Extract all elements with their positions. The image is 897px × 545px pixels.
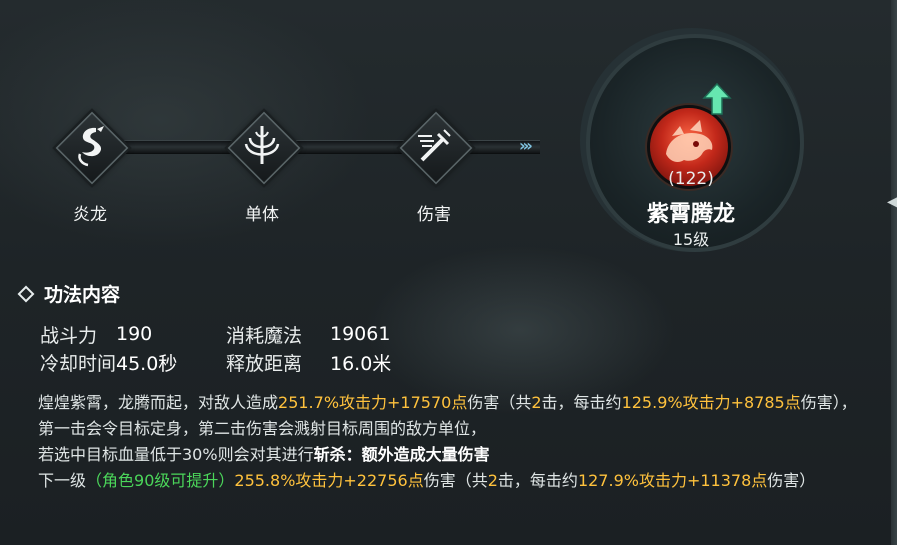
chain-node-single[interactable] [227, 111, 301, 185]
chain-arrows-icon: ››› [519, 136, 533, 155]
range-value: 16.0米 [330, 352, 392, 375]
chain-node-label-dragon: 炎龙 [73, 205, 107, 225]
desc-text: 击，每击约 [497, 471, 578, 490]
skill-description: 煌煌紫霄，龙腾而起，对敌人造成251.7%攻击力+17570点伤害（共2击，每击… [38, 390, 868, 494]
desc-text: 击，每击约 [541, 393, 622, 412]
desc-text: 伤害（共 [467, 393, 532, 412]
side-arrow-icon[interactable]: ◀ [887, 192, 897, 212]
cooldown-value: 45.0秒 [116, 352, 178, 375]
chain-node-dragon[interactable] [55, 111, 129, 185]
stat-row-1: 战斗力 190 消耗魔法 19061 [40, 320, 440, 348]
green-up-arrow-icon [702, 82, 732, 116]
next-highlight: 127.9%攻击力+11378点 [577, 471, 768, 490]
desc-text: 伤害（共 [423, 471, 488, 490]
desc-hit-count: 2 [531, 393, 542, 412]
mana-label: 消耗魔法 [226, 324, 303, 347]
range-label: 释放距离 [226, 352, 303, 375]
desc-text: 若选中目标血量低于30%则会对其进行 [38, 445, 314, 464]
skill-level: 15级 [672, 230, 710, 249]
next-hit-count: 2 [487, 471, 498, 490]
stat-row-2: 冷却时间 45.0秒 释放距离 16.0米 [40, 348, 440, 376]
desc-text: 煌煌紫霄，龙腾而起，对敌人造成 [38, 393, 279, 412]
desc-highlight: 251.7%攻击力+17570点 [278, 393, 468, 412]
chain-node-label-single: 单体 [245, 205, 279, 225]
desc-text: 伤害） [767, 471, 816, 490]
power-label: 战斗力 [40, 324, 98, 347]
skill-badge[interactable]: (122) 紫霄腾龙 15级 [578, 26, 806, 254]
desc-execute: 斩杀：额外造成大量伤害 [313, 445, 490, 464]
next-level-requirement: （角色90级可提升） [86, 471, 235, 490]
skill-point-count: (122) [668, 169, 714, 189]
single-target-icon [231, 115, 293, 177]
desc-highlight: 125.9%攻击力+8785点 [621, 393, 801, 412]
dragon-icon [59, 115, 121, 177]
next-level-label: 下一级 [38, 471, 87, 490]
panel-right-border [891, 0, 897, 545]
next-highlight: 255.8%攻击力+22756点 [234, 471, 424, 490]
skill-name: 紫霄腾龙 [646, 202, 735, 227]
section-title-text: 功法内容 [44, 284, 121, 306]
diamond-bullet-icon [17, 285, 35, 302]
skill-chain: 炎龙 单体 伤害 ››› [0, 0, 600, 260]
section-title: 功法内容 [17, 280, 121, 307]
damage-icon [403, 115, 465, 177]
mana-value: 19061 [330, 323, 391, 345]
power-value: 190 [116, 323, 153, 345]
skill-stats: 战斗力 190 消耗魔法 19061 冷却时间 45.0秒 释放距离 16.0米 [40, 320, 440, 376]
cooldown-label: 冷却时间 [40, 352, 117, 375]
chain-line [90, 140, 540, 154]
chain-node-damage[interactable] [399, 111, 473, 185]
chain-node-label-damage: 伤害 [417, 205, 451, 225]
